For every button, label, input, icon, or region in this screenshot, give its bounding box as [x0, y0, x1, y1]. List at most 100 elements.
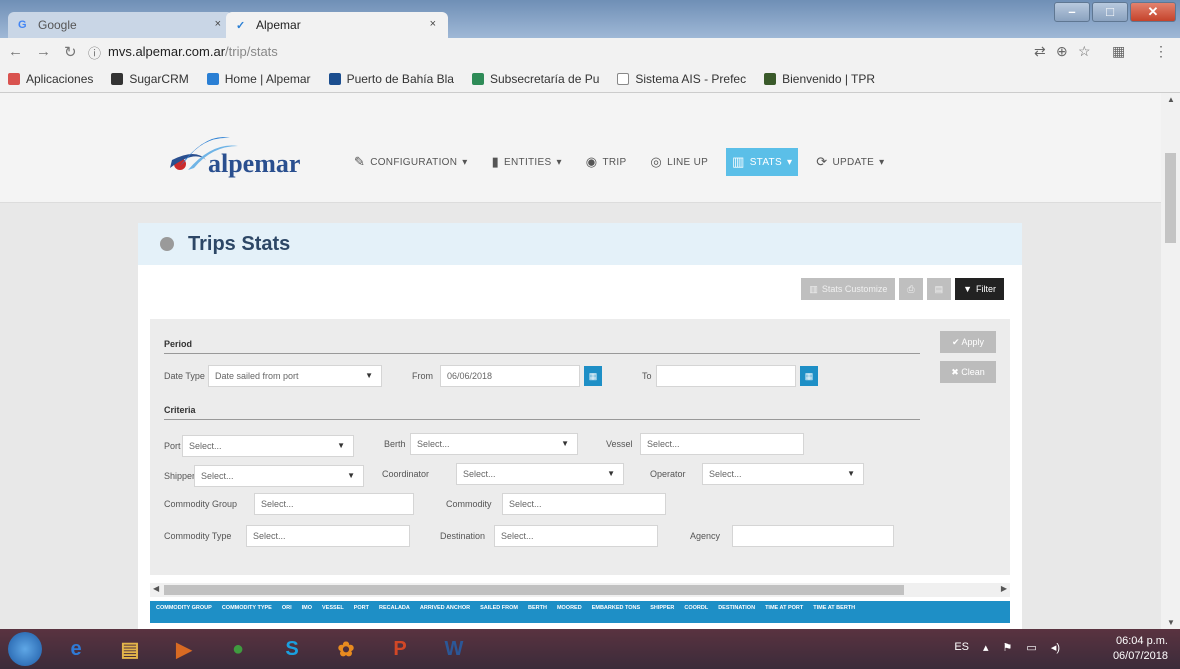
scroll-up-icon[interactable]: ▲ — [1167, 95, 1175, 104]
close-icon[interactable]: × — [430, 18, 436, 30]
column-header[interactable]: Arrived Anchor — [420, 605, 470, 619]
column-header[interactable]: Shipper — [650, 605, 674, 619]
column-header[interactable]: Ori — [282, 605, 292, 619]
column-header[interactable]: IMO — [302, 605, 312, 619]
to-date-input[interactable] — [656, 365, 796, 387]
port-select[interactable]: Select... ▼ — [182, 435, 354, 457]
language-indicator[interactable]: ES — [954, 641, 969, 654]
scroll-right-icon[interactable]: ▶ — [1001, 584, 1007, 593]
chevron-down-icon: ▼ — [847, 469, 855, 478]
bookmark-puerto-bahia[interactable]: Puerto de Bahía Bla — [328, 72, 454, 86]
print-button[interactable]: ⎙ — [899, 278, 923, 300]
column-header[interactable]: Port — [354, 605, 369, 619]
bookmark-subsecretaria[interactable]: Subsecretaría de Pu — [471, 72, 599, 86]
apply-button[interactable]: ✔ Apply — [940, 331, 996, 353]
volume-icon[interactable]: ◂) — [1051, 641, 1060, 654]
from-date-input[interactable]: 06/06/2018 — [440, 365, 580, 387]
bookmark-home-alpemar[interactable]: Home | Alpemar — [206, 72, 311, 86]
alpemar-favicon-icon: ✓ — [236, 20, 246, 32]
column-header[interactable]: Coordl — [684, 605, 708, 619]
nav-configuration[interactable]: ✎ Configuration ▾ — [348, 148, 474, 176]
destination-input[interactable]: Select... — [494, 525, 658, 547]
info-icon[interactable]: ⓘ — [88, 43, 101, 62]
explorer-icon[interactable]: ▤ — [106, 632, 154, 666]
column-header[interactable]: Embarked Tons — [592, 605, 641, 619]
clock[interactable]: 06:04 p.m. 06/07/2018 — [1113, 634, 1168, 664]
clean-button[interactable]: ✖ Clean — [940, 361, 996, 383]
back-icon[interactable]: ← — [8, 43, 23, 60]
column-header[interactable]: Destination — [718, 605, 755, 619]
date-type-select[interactable]: Date sailed from port ▼ — [208, 365, 382, 387]
nav-entities[interactable]: ▮ Entities ▾ — [486, 148, 568, 176]
date-type-label: Date Type — [164, 371, 205, 381]
tab-google[interactable]: G Google × — [8, 12, 233, 38]
commodity-input[interactable]: Select... — [502, 493, 666, 515]
berth-select[interactable]: Select... ▼ — [410, 433, 578, 455]
url-field[interactable]: mvs.alpemar.com.ar/trip/stats — [108, 44, 278, 59]
ie-icon[interactable]: e — [52, 632, 100, 666]
chrome-icon[interactable]: ● — [214, 632, 262, 666]
app-icon[interactable]: ✿ — [322, 632, 370, 666]
column-header[interactable]: Recalada — [379, 605, 410, 619]
vessel-input[interactable]: Select... — [640, 433, 804, 455]
nav-update[interactable]: ⟳ Update ▾ — [810, 148, 890, 176]
forward-icon[interactable]: → — [36, 43, 51, 60]
operator-select[interactable]: Select... ▼ — [702, 463, 864, 485]
bookmark-sugarcrm[interactable]: SugarCRM — [111, 72, 189, 86]
scrollbar-thumb[interactable] — [1165, 153, 1176, 243]
column-header[interactable]: Moored — [557, 605, 582, 619]
column-header[interactable]: Vessel — [322, 605, 344, 619]
agency-input[interactable] — [732, 525, 894, 547]
commodity-type-input[interactable]: Select... — [246, 525, 410, 547]
zoom-icon[interactable]: ⊕ — [1056, 43, 1068, 60]
word-icon[interactable]: W — [430, 632, 478, 666]
column-header[interactable]: Berth — [528, 605, 547, 619]
close-icon[interactable]: × — [215, 18, 221, 30]
sugarcrm-icon — [111, 73, 124, 85]
coordinator-select[interactable]: Select... ▼ — [456, 463, 624, 485]
bookmark-star-icon[interactable]: ☆ — [1078, 43, 1091, 60]
scrollbar-thumb[interactable] — [164, 585, 904, 595]
column-header[interactable]: Time at Berth — [813, 605, 855, 619]
bookmark-tpr[interactable]: Bienvenido | TPR — [764, 72, 875, 86]
export-button[interactable]: ▤ — [926, 278, 952, 300]
button-label: Clean — [961, 367, 985, 377]
flag-icon[interactable]: ⚑ — [1003, 641, 1013, 654]
maximize-button[interactable]: □ — [1092, 2, 1128, 22]
column-header[interactable]: Commodity Type — [222, 605, 272, 619]
skype-icon[interactable]: S — [268, 632, 316, 666]
wrench-icon: ✎ — [354, 154, 366, 169]
nav-line-up[interactable]: ◎ Line Up — [644, 148, 714, 176]
vertical-scrollbar[interactable]: ▲ ▼ — [1161, 93, 1180, 629]
powerpoint-icon[interactable]: P — [376, 632, 424, 666]
bar-chart-icon: ▥ — [809, 283, 818, 294]
scroll-left-icon[interactable]: ◀ — [153, 584, 159, 593]
reload-icon[interactable]: ↻ — [64, 43, 77, 61]
stats-customize-button[interactable]: ▥ Stats Customize — [801, 278, 896, 300]
bookmark-apps[interactable]: Aplicaciones — [8, 72, 93, 86]
column-header[interactable]: Commodity Group — [156, 605, 212, 619]
chevron-up-icon[interactable]: ▴ — [983, 641, 989, 654]
bookmark-sistema-ais[interactable]: Sistema AIS - Prefec — [617, 72, 746, 86]
minimize-button[interactable]: – — [1054, 2, 1090, 22]
column-header[interactable]: Sailed From — [480, 605, 518, 619]
commodity-group-input[interactable]: Select... — [254, 493, 414, 515]
network-icon[interactable]: ▭ — [1026, 641, 1036, 654]
nav-trip[interactable]: ◉ Trip — [580, 148, 633, 176]
shipper-select[interactable]: Select... ▼ — [194, 465, 364, 487]
close-window-button[interactable]: ✕ — [1130, 2, 1176, 22]
calendar-icon[interactable]: ▦ — [800, 366, 818, 386]
filter-button[interactable]: ▼ Filter — [955, 278, 1004, 300]
tab-alpemar[interactable]: ✓ Alpemar × — [226, 12, 448, 38]
bookmark-label: SugarCRM — [129, 72, 189, 86]
menu-icon[interactable]: ⋮ — [1154, 43, 1168, 60]
horizontal-scrollbar[interactable]: ◀ ▶ — [150, 583, 1010, 597]
column-header[interactable]: Time at Port — [765, 605, 803, 619]
scroll-down-icon[interactable]: ▼ — [1167, 618, 1175, 627]
start-button[interactable] — [8, 632, 42, 666]
nav-stats[interactable]: ▥ Stats ▾ — [726, 148, 799, 176]
media-icon[interactable]: ▶ — [160, 632, 208, 666]
calendar-icon[interactable]: ▦ — [584, 366, 602, 386]
extension-icon[interactable]: ▦ — [1112, 43, 1125, 60]
translate-icon[interactable]: ⇄ — [1034, 43, 1046, 60]
